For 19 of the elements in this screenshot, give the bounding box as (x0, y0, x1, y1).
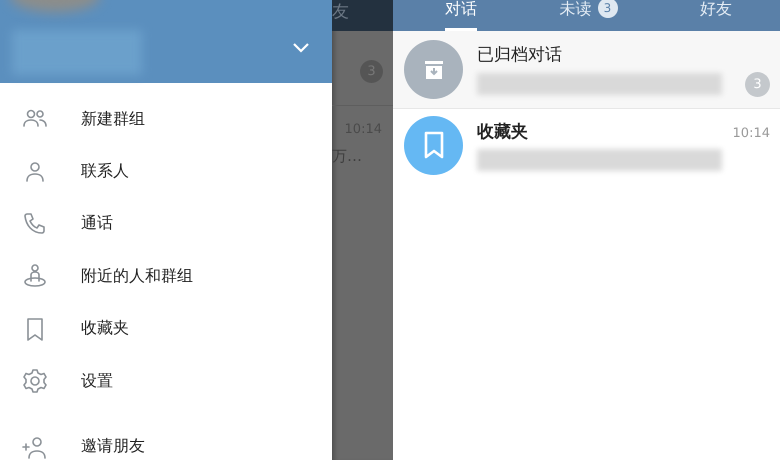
message-time: 10:14 (732, 126, 770, 140)
chat-title: 收藏夹 (477, 120, 528, 142)
settings-icon (22, 368, 48, 394)
menu-item[interactable]: 邀请朋友 (0, 420, 332, 460)
tab-badge: 3 (598, 0, 618, 18)
menu-item[interactable]: 附近的人和群组 (0, 250, 332, 303)
menu-item[interactable]: 联系人 (0, 145, 332, 198)
menu-item[interactable]: 设置 (0, 354, 332, 408)
menu-item[interactable]: 收藏夹 (0, 302, 332, 355)
phone-icon (22, 210, 48, 237)
chat-row[interactable]: 收藏夹 10:14 (393, 109, 780, 181)
person-on-location-icon (22, 263, 48, 290)
menu-item[interactable]: 新建群组 (0, 93, 332, 146)
chevron-down-icon[interactable] (292, 42, 310, 54)
tab-label: 友 (332, 2, 349, 22)
menu-item[interactable]: 通话 (0, 198, 332, 250)
chat-title: 已归档对话 (477, 44, 562, 66)
unread-badge: 3 (745, 72, 770, 96)
chat-row[interactable]: 已归档对话 3 (393, 31, 780, 109)
